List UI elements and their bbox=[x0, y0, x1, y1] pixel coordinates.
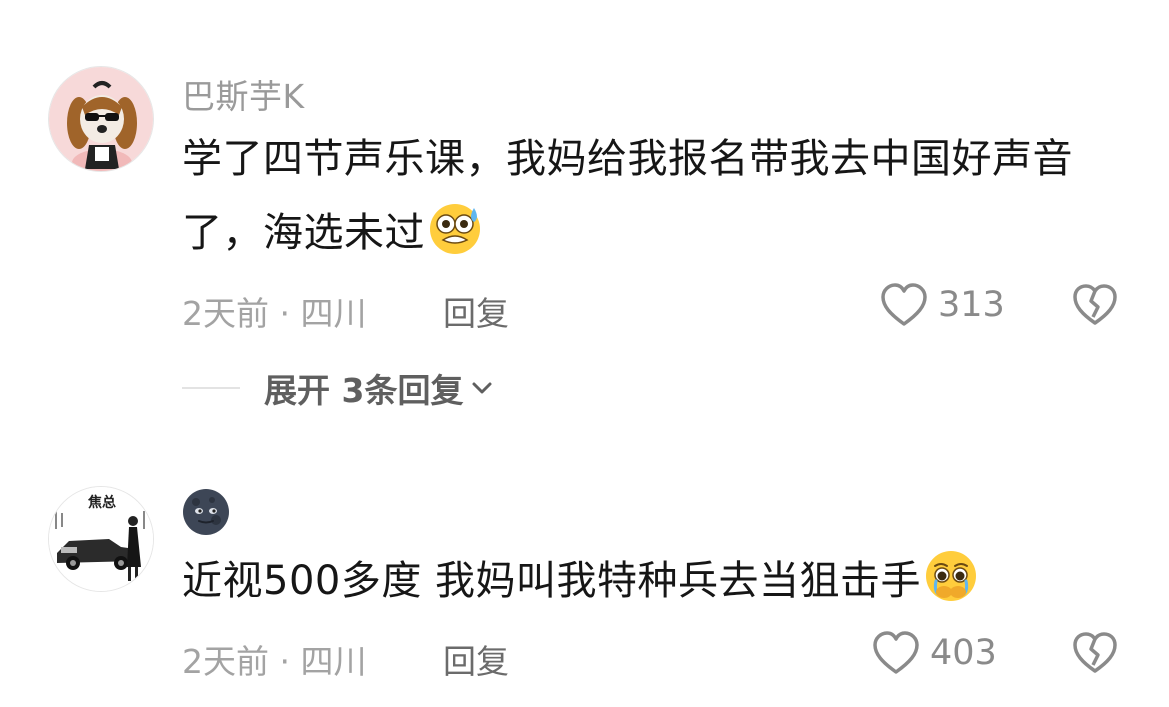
timestamp: 2天前 bbox=[182, 642, 269, 681]
comment-item: 焦总 近视500多度 我妈叫我特种兵去当狙击手 2天前 · 四川 回复 403 bbox=[0, 0, 1169, 707]
reply-button[interactable]: 回复 bbox=[443, 635, 509, 683]
like-button[interactable]: 403 bbox=[872, 630, 997, 676]
username[interactable] bbox=[182, 488, 230, 544]
like-count: 403 bbox=[930, 633, 997, 673]
heart-outline-icon bbox=[873, 631, 919, 674]
location: 四川 bbox=[300, 642, 367, 681]
comment-body: 近视500多度 我妈叫我特种兵去当狙击手 bbox=[182, 558, 922, 604]
avatar-caption: 焦总 bbox=[87, 494, 116, 511]
new-moon-face-emoji bbox=[183, 489, 229, 535]
avatar[interactable]: 焦总 bbox=[48, 486, 154, 592]
dislike-button[interactable] bbox=[1072, 631, 1118, 679]
comment-text: 近视500多度 我妈叫我特种兵去当狙击手 bbox=[182, 544, 1122, 618]
car-avatar-image: 焦总 bbox=[49, 487, 153, 591]
broken-heart-icon bbox=[1073, 632, 1117, 673]
pleading-crying-emoji bbox=[926, 551, 977, 601]
meta-separator: · bbox=[279, 642, 291, 681]
comment-meta: 2天前 · 四川 bbox=[182, 635, 367, 683]
